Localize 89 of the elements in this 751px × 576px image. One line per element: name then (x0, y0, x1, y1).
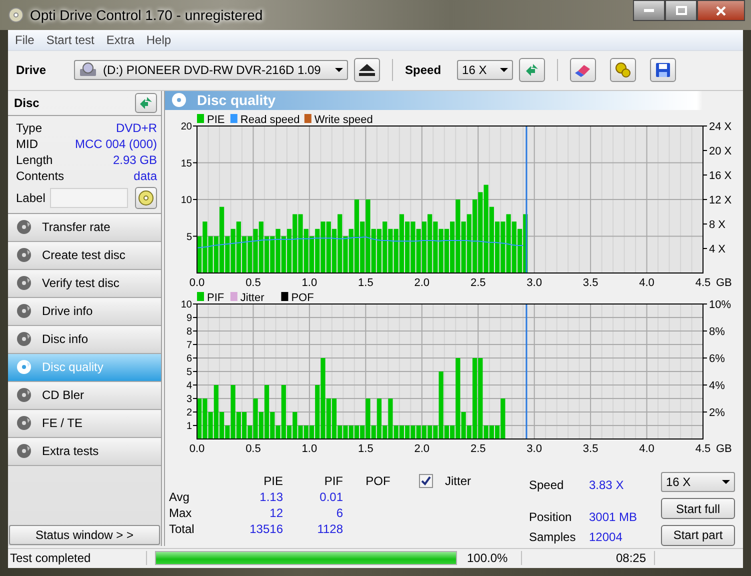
axis-label: 2 (186, 407, 192, 418)
progress-text: 100.0% (461, 551, 522, 566)
axis-label: 2.0 (414, 442, 430, 454)
field-value: data (132, 168, 157, 182)
speed-label: Speed (405, 63, 442, 77)
field-label: Type (16, 120, 44, 134)
column-header: POF (364, 474, 392, 488)
axis-label: 10% (709, 298, 732, 310)
column-header: PIF (323, 474, 343, 488)
axis-label: 6% (709, 352, 725, 364)
stat-value: 0.01 (318, 490, 343, 504)
row-label: Max (169, 506, 193, 520)
axis-label: 0.5 (246, 276, 261, 288)
axis-label: 20 X (709, 145, 732, 157)
panel-title: Disc quality (197, 92, 276, 108)
checkbox-label: Jitter (445, 474, 472, 488)
field-label: Length (16, 152, 54, 166)
axis-label: 2.5 (470, 442, 486, 454)
axis-label: 3 (186, 394, 192, 404)
axis-label: 4.0 (639, 442, 654, 454)
axis-label: 20 (180, 121, 192, 132)
axis-label: 1 (186, 420, 192, 432)
legend-label: Read speed (240, 114, 300, 126)
field-value: MCC 004 (000) (74, 136, 157, 150)
reading-value: 3001 MB (589, 510, 638, 524)
stat-value: 13516 (248, 522, 283, 536)
stat-value: 12 (268, 506, 283, 520)
axis-label: 1.5 (358, 276, 374, 288)
axis-label: 4.0 (639, 276, 654, 288)
axis-label: 4.5 (695, 276, 711, 288)
axis-label: 9 (186, 312, 192, 324)
axis-label: 10 (180, 299, 192, 310)
section-title: Disc (14, 96, 40, 110)
field-value: 2.93 GB (112, 152, 157, 166)
field-value: DVD+R (114, 120, 157, 134)
stat-value: 6 (335, 506, 343, 520)
axis-label: 4% (709, 380, 725, 392)
axis-label: 0.0 (189, 276, 205, 288)
legend-label: POF (291, 292, 314, 304)
window-title: Opti Drive Control 1.70 - unregistered (30, 7, 263, 23)
axis-label: 24 X (709, 120, 732, 132)
column-header: PIE (262, 474, 283, 488)
axis-label: 3.5 (582, 276, 598, 288)
row-label: Avg (169, 490, 190, 504)
axis-label: 0.5 (246, 442, 261, 454)
stat-value: 1.13 (258, 490, 283, 504)
axis-label: 1.0 (302, 442, 318, 454)
axis-label: 8 X (709, 218, 726, 230)
axis-label: 3.0 (526, 442, 542, 454)
field-label: Label (16, 190, 46, 204)
axis-label: 3.0 (526, 276, 542, 288)
status-message: Test completed (8, 551, 147, 566)
axis-label: 2.5 (470, 276, 486, 288)
drive-label: Drive (16, 63, 46, 77)
axis-label: 7 (186, 340, 192, 350)
axis-label: 5 (186, 366, 192, 378)
axis-unit: GB (716, 442, 732, 454)
reading-label: Speed (529, 478, 565, 492)
field-label: MID (16, 136, 39, 150)
row-label: Total (169, 522, 196, 536)
legend-label: PIE (207, 114, 225, 126)
reading-label: Position (529, 510, 573, 524)
axis-label: 4.5 (695, 442, 711, 454)
reading-label: Samples (529, 530, 577, 544)
axis-label: 1.0 (302, 276, 318, 288)
stat-value: 1128 (316, 522, 343, 536)
axis-label: 3.5 (582, 442, 598, 454)
axis-label: 6 (186, 353, 192, 364)
axis-label: 2.0 (414, 276, 430, 288)
axis-label: 8% (709, 326, 725, 338)
axis-label: 15 (180, 158, 192, 169)
field-label: Contents (16, 168, 64, 182)
axis-label: 1.5 (358, 442, 374, 454)
axis-label: 2% (709, 406, 725, 418)
axis-unit: GB (716, 276, 732, 288)
reading-value: 12004 (589, 530, 624, 544)
axis-label: 10 (180, 194, 192, 206)
reading-value: 3.83 X (589, 478, 625, 492)
axis-label: 16 X (709, 170, 732, 182)
axis-label: 5 (186, 231, 192, 242)
elapsed-time: 08:25 (522, 551, 655, 566)
legend-label: PIF (207, 292, 224, 304)
axis-label: 0.0 (189, 442, 205, 454)
legend-label: Jitter (240, 292, 264, 304)
legend-label: Write speed (314, 114, 373, 126)
axis-label: 4 X (709, 243, 726, 255)
axis-label: 8 (186, 326, 192, 337)
axis-label: 12 X (709, 194, 732, 206)
axis-label: 4 (186, 380, 192, 391)
